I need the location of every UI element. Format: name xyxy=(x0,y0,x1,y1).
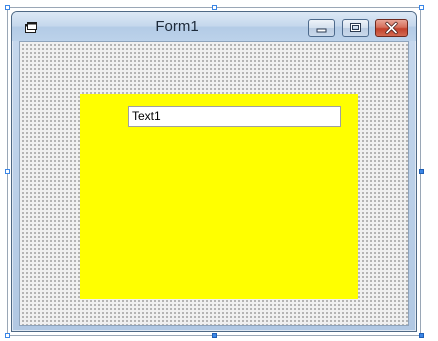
resize-handle-top-left xyxy=(5,5,10,10)
maximize-button[interactable] xyxy=(342,19,369,37)
close-icon xyxy=(385,21,398,35)
resize-handle-top-right xyxy=(419,5,424,10)
resize-handle-bottom[interactable] xyxy=(212,333,217,338)
title-bar[interactable]: Form1 xyxy=(12,12,416,41)
resize-handle-top xyxy=(212,5,217,10)
form-window[interactable]: Form1 Text1 xyxy=(11,11,417,332)
close-button[interactable] xyxy=(375,19,408,37)
resize-handle-left xyxy=(5,169,10,174)
resize-handle-bottom-left xyxy=(5,333,10,338)
yellow-panel[interactable]: Text1 xyxy=(80,94,358,299)
window-title: Form1 xyxy=(155,18,199,35)
minimize-button[interactable] xyxy=(308,19,335,37)
text1-textbox[interactable]: Text1 xyxy=(128,106,341,127)
form-designer-canvas: Form1 Text1 xyxy=(0,0,438,341)
minimize-icon xyxy=(316,28,327,33)
maximize-icon xyxy=(350,23,361,32)
form-client-area[interactable]: Text1 xyxy=(19,41,409,326)
resize-handle-bottom-right[interactable] xyxy=(419,333,424,338)
resize-handle-right[interactable] xyxy=(419,169,424,174)
